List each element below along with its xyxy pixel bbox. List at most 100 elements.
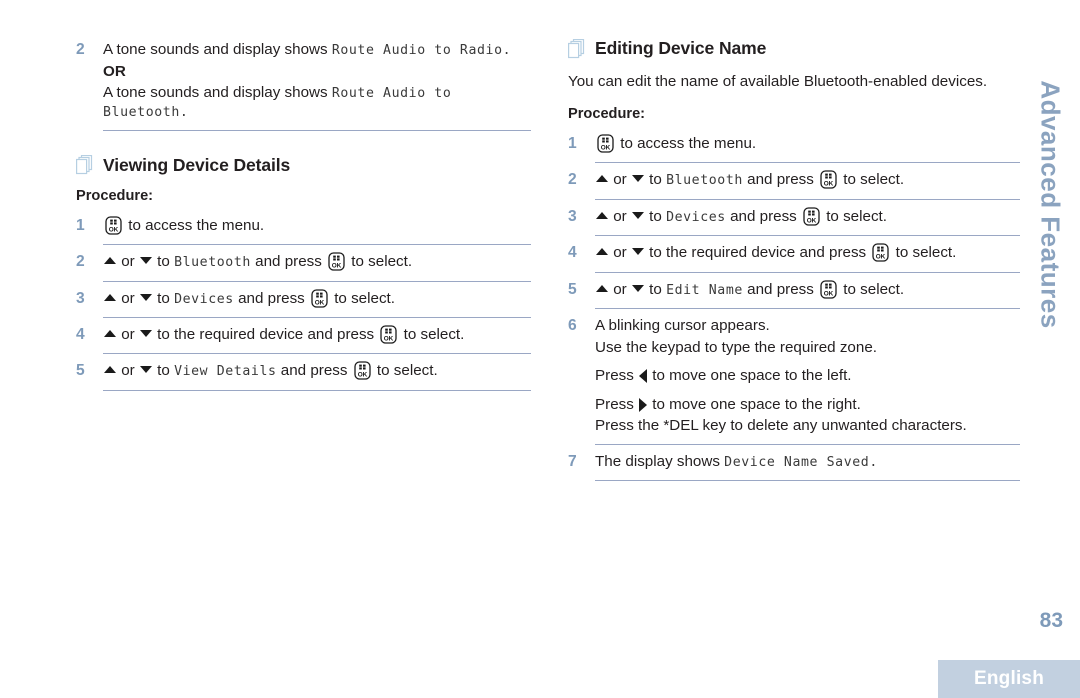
step-text: A tone sounds and display shows bbox=[103, 41, 332, 58]
ok-button-icon: OK bbox=[820, 170, 837, 190]
lcd-display-text: Device Name Saved. bbox=[724, 454, 878, 470]
step-content: or to the required device and press OK t… bbox=[103, 323, 531, 346]
left-column: 2 A tone sounds and display shows Route … bbox=[76, 38, 531, 396]
step-number: 1 bbox=[568, 135, 577, 153]
step-line: A tone sounds and display shows Route Au… bbox=[103, 82, 531, 104]
lcd-display-text: Route Audio to Radio. bbox=[331, 43, 512, 58]
step-divider bbox=[595, 235, 1020, 237]
arrow-up-icon bbox=[104, 366, 116, 374]
step-number: 3 bbox=[76, 289, 85, 307]
lcd-display-text: Edit Name bbox=[666, 282, 743, 298]
step-divider bbox=[103, 280, 531, 282]
ok-button-icon: OK bbox=[803, 207, 820, 226]
manual-page: 2 A tone sounds and display shows Route … bbox=[0, 0, 1080, 698]
step-line: The display shows Device Name Saved. bbox=[595, 452, 878, 470]
step-number: 4 bbox=[76, 325, 85, 343]
step-line: or to Devices and press OK to select. bbox=[595, 206, 1020, 228]
step-line: Press the *DEL key to delete any unwante… bbox=[595, 417, 967, 435]
lcd-display-text: Devices bbox=[174, 291, 234, 307]
step-content: or to the required device and press OK t… bbox=[595, 241, 1020, 264]
svg-text:OK: OK bbox=[824, 181, 834, 188]
pages-icon bbox=[76, 155, 94, 175]
step-divider bbox=[103, 244, 531, 246]
step-divider bbox=[103, 316, 531, 318]
procedure-label: Procedure: bbox=[76, 187, 154, 204]
lcd-display-text: Bluetooth bbox=[174, 255, 251, 271]
step-divider bbox=[103, 389, 531, 391]
step-content: or to Bluetooth and press OK to select. bbox=[595, 168, 1020, 191]
step-divider bbox=[595, 480, 1020, 482]
step-line: OK to access the menu. bbox=[103, 215, 531, 237]
arrow-down-icon bbox=[631, 248, 644, 256]
svg-text:OK: OK bbox=[601, 145, 611, 152]
svg-text:OK: OK bbox=[384, 336, 394, 343]
ok-button-icon: OK bbox=[328, 252, 345, 271]
step-row: 2 or to Bluetooth and press OK to select… bbox=[568, 168, 1020, 194]
step-content: OK to access the menu. bbox=[103, 214, 531, 237]
step-row: 1 OK to access the menu. bbox=[76, 214, 531, 240]
arrow-up-icon bbox=[104, 329, 116, 337]
step-content: OK to access the menu. bbox=[595, 132, 1020, 155]
step-row: 5 or to Edit Name and press OK to select… bbox=[568, 278, 1020, 304]
ok-button-icon: OK bbox=[597, 134, 614, 153]
arrow-up-icon bbox=[596, 248, 608, 256]
arrow-down-icon bbox=[631, 211, 644, 219]
step-number: 5 bbox=[568, 280, 577, 298]
step-content: or to Edit Name and press OK to select. bbox=[595, 278, 1020, 301]
section-title: Viewing Device Details bbox=[103, 154, 291, 175]
lcd-display-text: View Details bbox=[174, 364, 277, 380]
step-content: or to View Details and press OK to selec… bbox=[103, 359, 531, 382]
svg-text:OK: OK bbox=[357, 372, 367, 379]
step-line: A tone sounds and display shows Route Au… bbox=[103, 39, 531, 61]
left-procedure-steps: 1 OK to access the menu. 2 or to Bluetooth… bbox=[76, 214, 531, 391]
ok-button-icon: OK bbox=[380, 325, 398, 344]
footer-language-bar: English bbox=[938, 660, 1080, 698]
footer-language-label: English bbox=[973, 668, 1044, 689]
lcd-display-text: Bluetooth. bbox=[103, 105, 189, 121]
svg-text:OK: OK bbox=[332, 263, 342, 270]
svg-text:OK: OK bbox=[824, 290, 834, 297]
lcd-display-text: Bluetooth bbox=[666, 173, 743, 189]
pages-icon bbox=[568, 38, 586, 59]
arrow-up-icon bbox=[104, 257, 116, 265]
section-heading-editing-device-name: Editing Device Name bbox=[568, 38, 1020, 59]
step-divider bbox=[103, 129, 531, 131]
step-line: A blinking cursor appears. bbox=[595, 316, 770, 334]
step-number: 5 bbox=[76, 362, 85, 380]
step-row: 7 The display shows Device Name Saved. bbox=[568, 450, 1020, 476]
step-row: 2 A tone sounds and display shows Route … bbox=[76, 38, 531, 126]
step-line: or to View Details and press OK to selec… bbox=[103, 360, 531, 382]
step-divider bbox=[595, 307, 1020, 309]
step-line: or to Bluetooth and press OK to select. bbox=[103, 251, 531, 273]
step-divider bbox=[595, 162, 1020, 164]
chapter-side-tab: Advanced Features bbox=[1028, 74, 1072, 334]
step-line: or to Devices and press OK to select. bbox=[103, 288, 531, 310]
svg-text:OK: OK bbox=[109, 226, 119, 233]
step-number: 2 bbox=[76, 253, 85, 271]
step-divider bbox=[595, 198, 1020, 200]
arrow-down-icon bbox=[631, 175, 644, 183]
step-line: Press to move one space to the left. bbox=[595, 367, 852, 385]
ok-button-icon: OK bbox=[105, 216, 122, 235]
section-intro-text: You can edit the name of available Bluet… bbox=[568, 73, 988, 90]
step-divider bbox=[595, 443, 1020, 445]
step-number: 2 bbox=[76, 41, 85, 58]
step-line: Press to move one space to the right. bbox=[595, 395, 861, 413]
ok-button-icon: OK bbox=[820, 279, 837, 299]
step-content: A tone sounds and display shows Route Au… bbox=[103, 38, 531, 123]
step-content: or to Bluetooth and press OK to select. bbox=[103, 250, 531, 273]
step-line: or to the required device and press OK t… bbox=[103, 324, 531, 346]
step-line: Use the keypad to type the required zone… bbox=[595, 338, 877, 356]
step-content: or to Devices and press OK to select. bbox=[595, 205, 1020, 228]
arrow-up-icon bbox=[104, 293, 116, 301]
arrow-up-icon bbox=[596, 175, 608, 183]
step-content: or to Devices and press OK to select. bbox=[103, 287, 531, 310]
step-number: 6 bbox=[568, 316, 577, 334]
step-content: The display shows Device Name Saved. bbox=[595, 450, 1020, 473]
step-row: 2 or to Bluetooth and press OK to select… bbox=[76, 250, 531, 276]
lcd-display-text: Devices bbox=[666, 209, 726, 225]
right-column: Editing Device Name You can edit the nam… bbox=[568, 38, 1020, 486]
section-heading-viewing-device-details: Viewing Device Details bbox=[76, 155, 531, 176]
step-line: or to Edit Name and press OK to select. bbox=[595, 279, 1020, 301]
step-number: 3 bbox=[568, 207, 577, 225]
